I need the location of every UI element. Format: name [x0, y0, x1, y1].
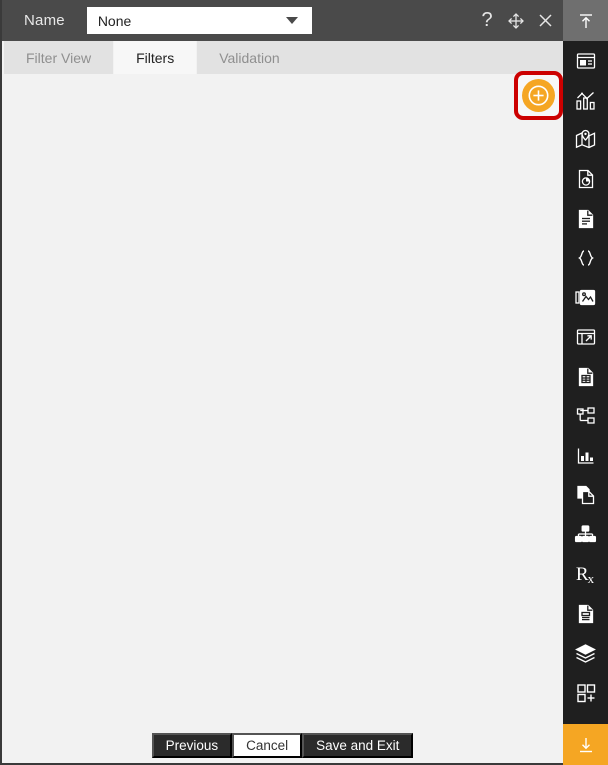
image-gallery-icon	[574, 286, 597, 309]
help-icon[interactable]: ?	[477, 10, 497, 32]
hierarchy-tree-icon	[575, 405, 597, 427]
tab-validation[interactable]: Validation	[197, 41, 302, 74]
tab-filter-view-label: Filter View	[26, 49, 92, 66]
add-circle-icon	[526, 83, 551, 108]
rail-item-bar-line-chart[interactable]	[563, 81, 608, 121]
dialog-footer: Previous Cancel Save and Exit	[2, 733, 563, 758]
bar-chart-axes-icon	[575, 445, 597, 467]
close-icon[interactable]	[535, 11, 555, 31]
rail-item-code[interactable]	[563, 239, 608, 279]
tab-bar: Filter View Filters Validation	[4, 41, 565, 74]
chevron-down-icon	[285, 17, 298, 24]
dialog-panel: Name None ? Filter View Filters Validati…	[0, 0, 565, 765]
rail-item-document-chart[interactable]	[563, 160, 608, 200]
previous-button[interactable]: Previous	[151, 733, 233, 758]
bar-line-chart-icon	[574, 89, 597, 112]
filter-dialog: Name None ? Filter View Filters Validati…	[0, 0, 608, 765]
save-and-exit-button[interactable]: Save and Exit	[302, 733, 414, 758]
rail-item-org-cluster[interactable]	[563, 515, 608, 555]
rail-item-map[interactable]	[563, 120, 608, 160]
layers-stack-icon	[574, 642, 597, 665]
rail-item-image[interactable]	[563, 278, 608, 318]
document-text-icon	[575, 208, 597, 230]
name-dropdown[interactable]: None	[86, 7, 312, 34]
collapse-down-icon	[576, 735, 596, 755]
add-filter-button[interactable]	[522, 79, 555, 112]
name-label: Name	[24, 12, 65, 29]
rail-collapse-down-button[interactable]	[563, 724, 608, 765]
rail-item-document-table[interactable]	[563, 357, 608, 397]
copy-documents-icon	[575, 484, 597, 506]
rail-collapse-up-button[interactable]	[563, 0, 608, 41]
rail-item-copy-documents[interactable]	[563, 476, 608, 516]
add-widget-icon	[575, 682, 597, 704]
right-icon-rail: Rx	[563, 0, 608, 765]
rail-item-list: Rx	[563, 41, 608, 724]
document-report-icon	[575, 603, 597, 625]
tab-filter-view[interactable]: Filter View	[4, 41, 115, 74]
header-icon-group: ?	[477, 0, 555, 41]
map-pin-icon	[574, 128, 597, 151]
org-cluster-icon	[574, 523, 597, 546]
add-filter-highlight	[514, 71, 563, 120]
curly-braces-icon	[575, 247, 597, 269]
panel-layout-icon	[575, 50, 597, 72]
dialog-header: Name None ?	[2, 0, 565, 41]
rail-item-document-report[interactable]	[563, 594, 608, 634]
document-pie-chart-icon	[575, 168, 597, 190]
tab-validation-label: Validation	[219, 49, 280, 66]
name-dropdown-value: None	[97, 12, 132, 29]
cancel-button[interactable]: Cancel	[232, 733, 303, 758]
move-icon[interactable]	[506, 11, 526, 31]
rail-item-prescription[interactable]: Rx	[563, 555, 608, 595]
filters-content-area	[4, 74, 565, 763]
rail-item-document-text[interactable]	[563, 199, 608, 239]
tab-filters[interactable]: Filters	[114, 41, 198, 74]
tab-filters-label: Filters	[136, 49, 175, 66]
document-table-icon	[575, 366, 597, 388]
prescription-rx-icon: Rx	[575, 563, 595, 586]
window-export-icon	[575, 326, 597, 348]
rail-item-layers[interactable]	[563, 634, 608, 674]
rail-item-panel-layout[interactable]	[563, 41, 608, 81]
rail-item-add-widget[interactable]	[563, 673, 608, 713]
rail-item-bar-chart[interactable]	[563, 436, 608, 476]
rail-item-window-export[interactable]	[563, 318, 608, 358]
rail-item-hierarchy[interactable]	[563, 397, 608, 437]
collapse-up-icon	[576, 11, 596, 31]
